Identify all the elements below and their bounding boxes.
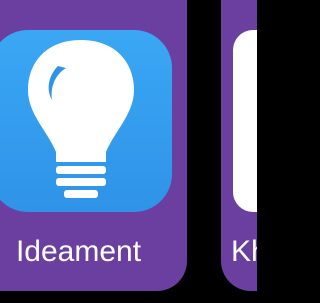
blank-icon[interactable] (233, 30, 257, 212)
app-grid: Ideament Kh (0, 0, 257, 303)
app-tile-kh[interactable]: Kh (221, 0, 257, 291)
app-name-ideament: Ideament (15, 235, 142, 268)
app-tile-ideament[interactable]: Ideament (0, 0, 187, 291)
lightbulb-icon[interactable] (0, 30, 172, 212)
app-name-kh: Kh (231, 235, 257, 268)
lightbulb-glyph (28, 40, 134, 198)
